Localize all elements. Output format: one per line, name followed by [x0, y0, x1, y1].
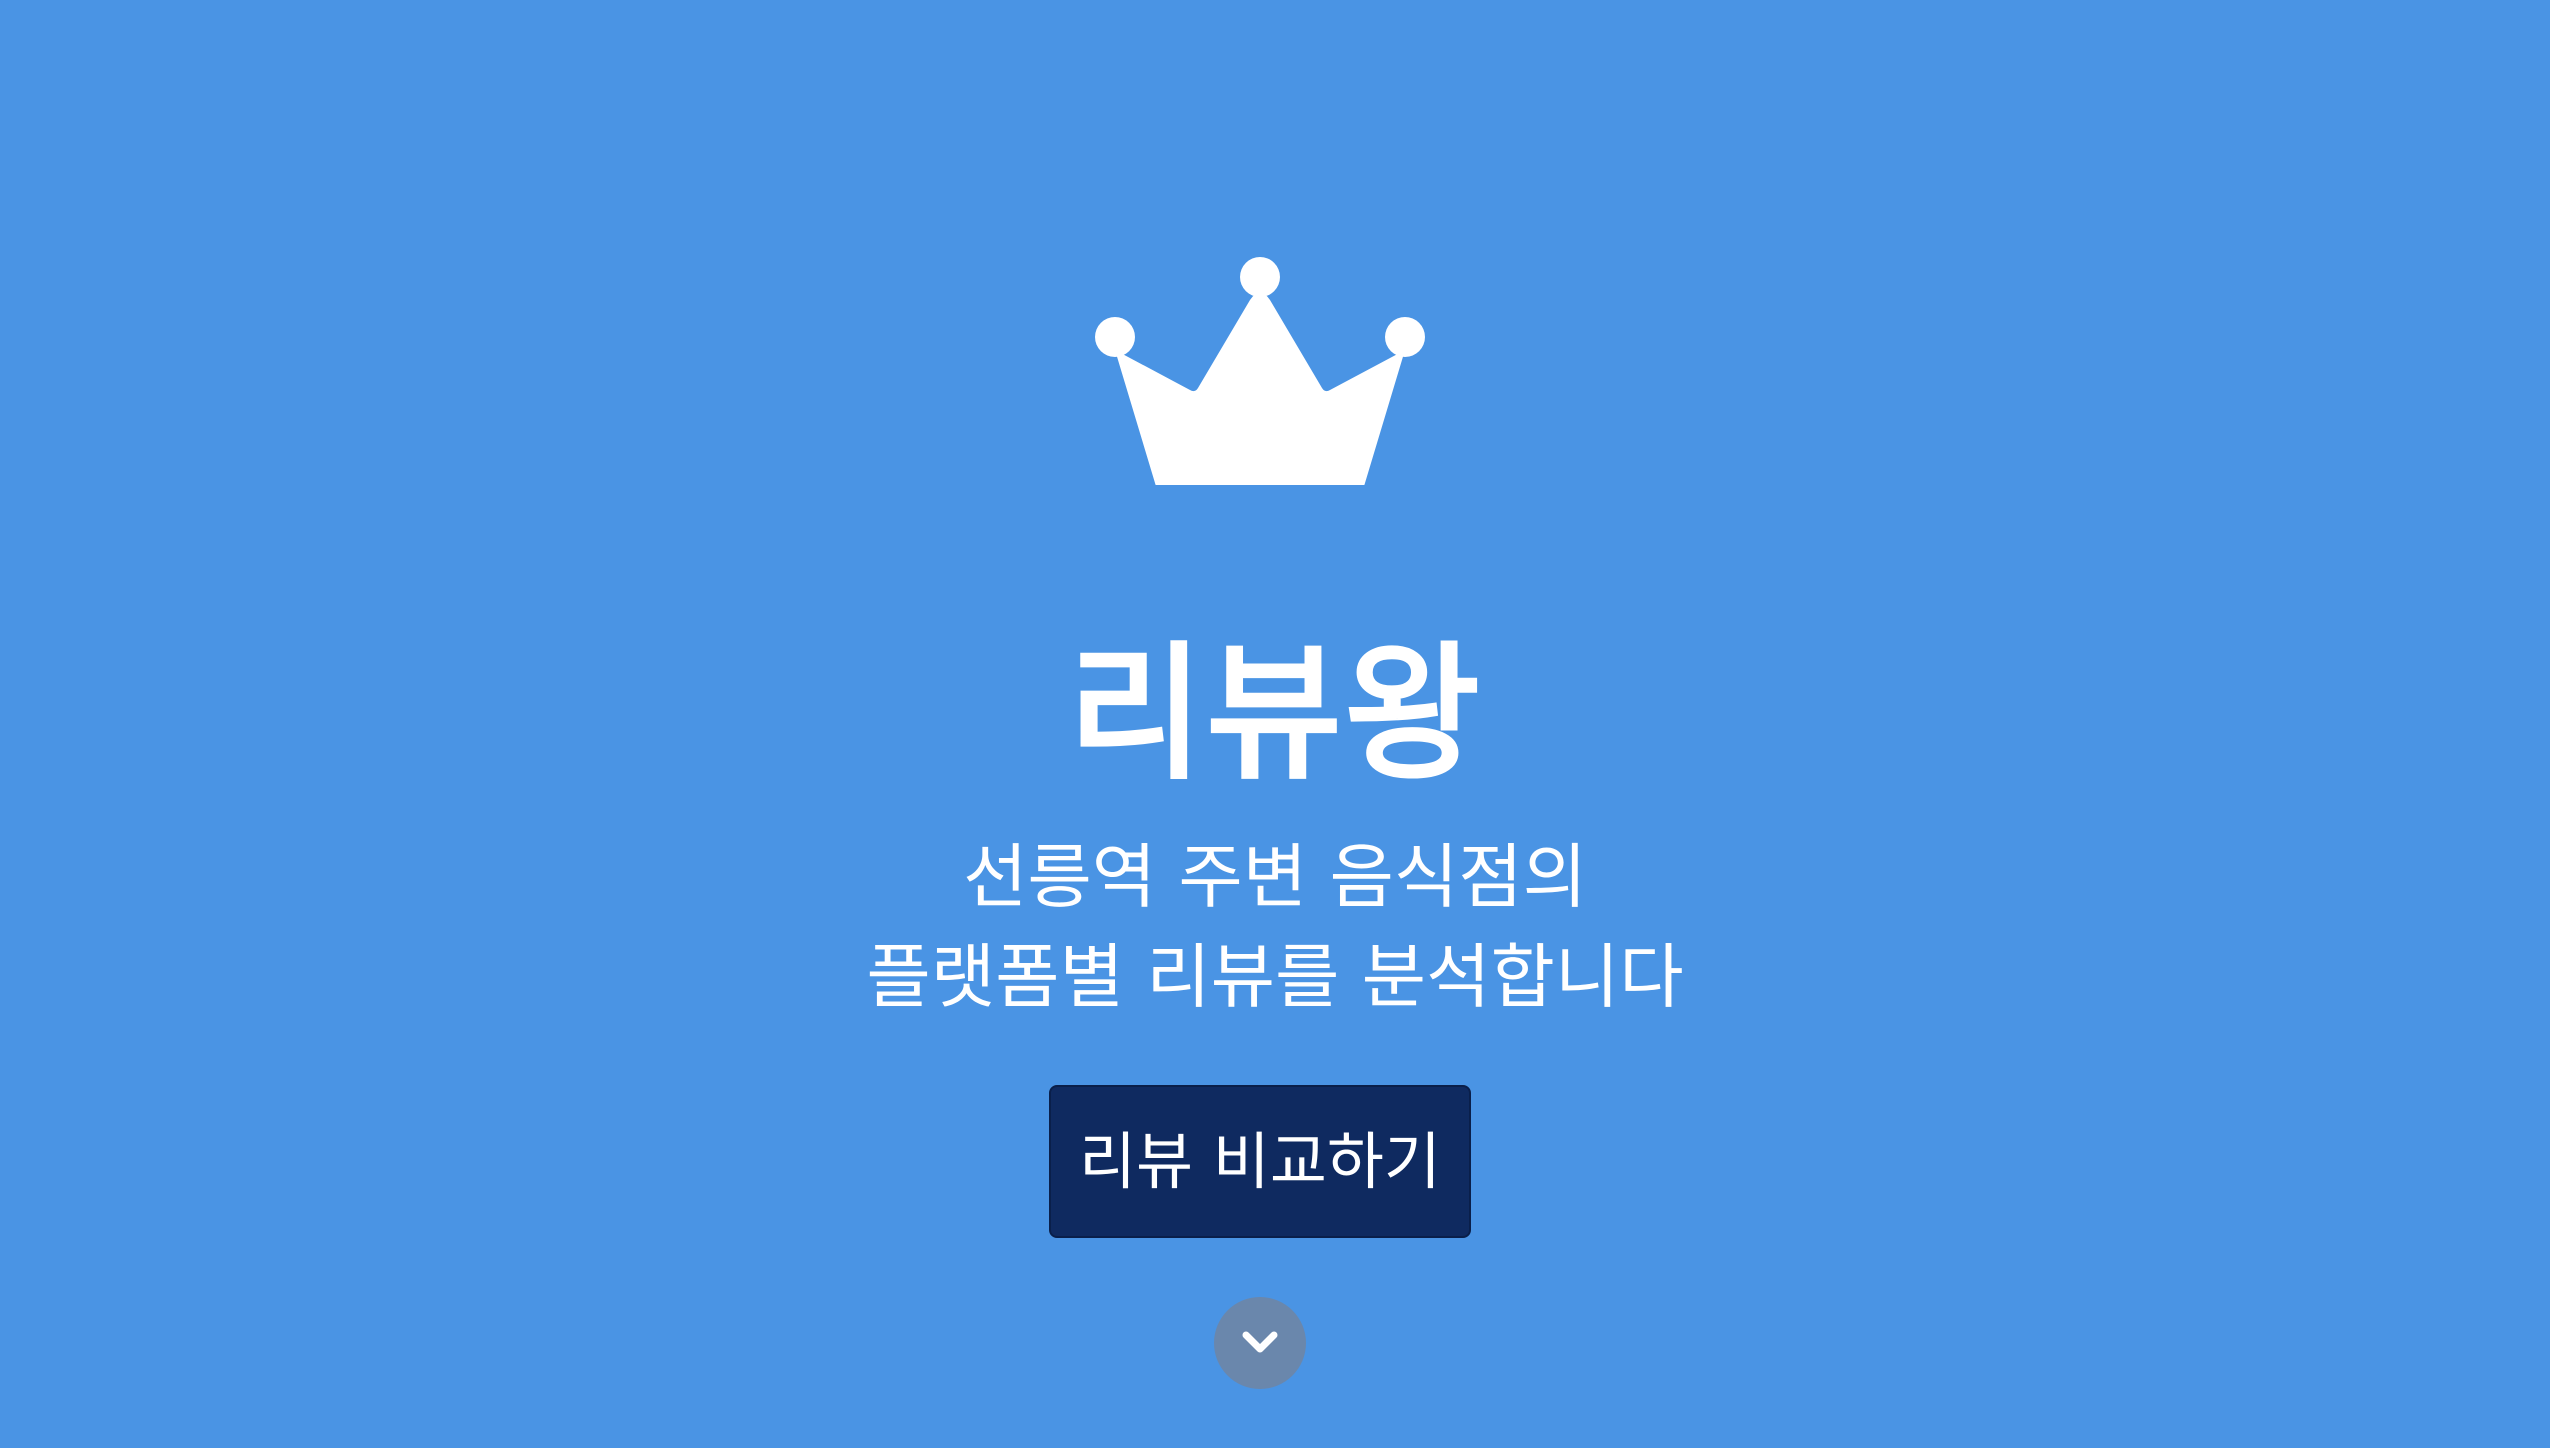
subtitle-line-2: 플랫폼별 리뷰를 분석합니다: [866, 936, 1684, 1018]
chevron-down-icon: [1242, 1331, 1278, 1353]
page-title: 리뷰왕: [1067, 628, 1483, 801]
hero-section: 리뷰왕 선릉역 주변 음식점의 플랫폼별 리뷰를 분석합니다 리뷰 비교하기: [0, 0, 2550, 1448]
crown-icon: [1095, 255, 1425, 485]
compare-reviews-button[interactable]: 리뷰 비교하기: [1049, 1085, 1471, 1238]
subtitle-line-1: 선릉역 주변 음식점의: [962, 836, 1588, 918]
scroll-down-button[interactable]: [1214, 1297, 1306, 1389]
